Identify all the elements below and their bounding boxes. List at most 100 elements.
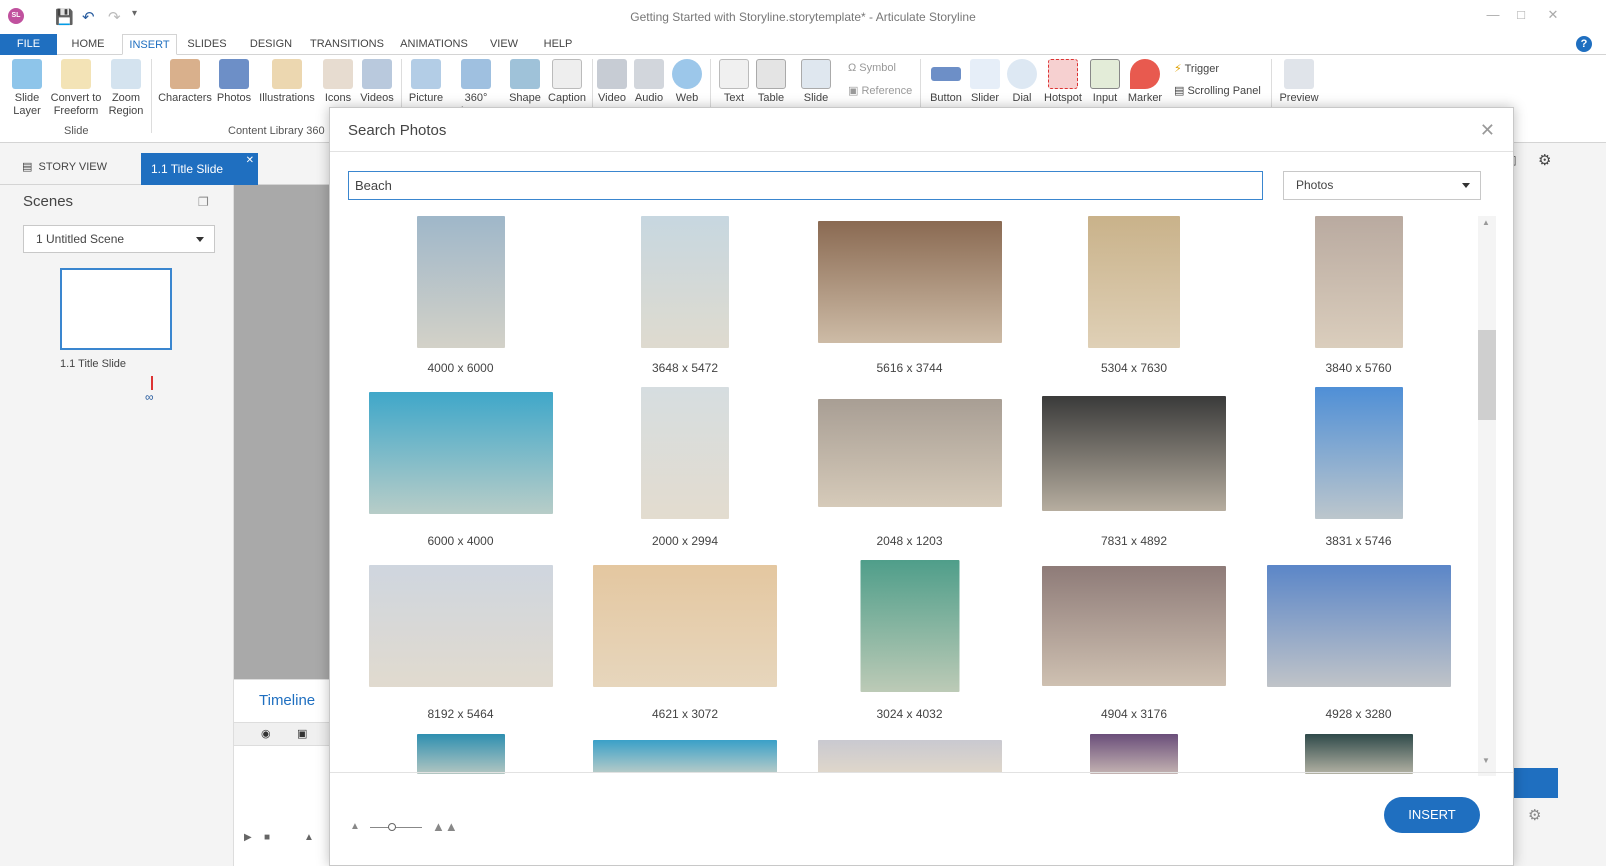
photo-thumbnail[interactable] xyxy=(817,399,1002,507)
photo-thumbnail[interactable] xyxy=(1314,216,1403,348)
photo-item[interactable]: 2048 x 1203 xyxy=(797,387,1022,562)
close-window-icon[interactable]: ✕ xyxy=(1538,7,1568,23)
audio-button[interactable]: Audio xyxy=(630,59,668,105)
gear-icon[interactable]: ⚙ xyxy=(1528,806,1541,824)
photo-item[interactable]: 4621 x 3072 xyxy=(573,560,798,735)
tab-insert[interactable]: INSERT xyxy=(122,34,177,55)
symbol-button[interactable]: Ω Symbol xyxy=(848,62,896,74)
scene-select[interactable]: 1 Untitled Scene xyxy=(23,225,215,253)
photo-thumbnail[interactable] xyxy=(641,216,729,348)
photo-thumbnail[interactable] xyxy=(1090,734,1178,774)
photo-item[interactable]: 8192 x 5464 xyxy=(348,560,573,735)
tab-help[interactable]: HELP xyxy=(538,34,578,55)
button-control[interactable]: Button xyxy=(926,59,966,105)
photo-thumbnail[interactable] xyxy=(593,565,777,687)
thumbnail-size-slider[interactable]: ▲ ▲▲ xyxy=(350,819,460,835)
tab-transitions[interactable]: TRANSITIONS xyxy=(306,34,388,55)
zoom-out-icon[interactable]: ▲ xyxy=(304,832,314,843)
slide-layer-button[interactable]: Slide Layer xyxy=(6,59,48,118)
scroll-down-icon[interactable]: ▼ xyxy=(1482,756,1490,765)
photo-thumbnail[interactable] xyxy=(1314,387,1403,519)
marker-control[interactable]: Marker xyxy=(1124,59,1166,105)
photo-thumbnail[interactable] xyxy=(368,392,553,514)
slide-thumbnail[interactable] xyxy=(60,268,172,350)
photo-thumbnail[interactable] xyxy=(817,221,1002,343)
photo-thumbnail[interactable] xyxy=(1304,734,1413,774)
minimize-icon[interactable]: — xyxy=(1478,7,1508,22)
photo-item[interactable]: 4904 x 3176 xyxy=(1022,560,1247,735)
help-icon[interactable]: ? xyxy=(1576,36,1592,52)
illustrations-button[interactable]: Illustrations xyxy=(256,59,318,105)
convert-freeform-button[interactable]: Convert to Freeform xyxy=(48,59,104,118)
table-button[interactable]: Table xyxy=(752,59,790,105)
photo-item[interactable]: 4000 x 6000 xyxy=(348,214,573,389)
photo-thumbnail[interactable] xyxy=(1088,216,1180,348)
stop-icon[interactable]: ■ xyxy=(264,832,270,843)
picture-button[interactable]: Picture xyxy=(406,59,446,105)
tab-view[interactable]: VIEW xyxy=(484,34,524,55)
hotspot-control[interactable]: Hotspot xyxy=(1040,59,1086,105)
lock-icon[interactable]: ▣ xyxy=(297,727,307,740)
photo-item[interactable]: 5616 x 3744 xyxy=(797,214,1022,389)
insert-slide-button[interactable]: Slide xyxy=(796,59,836,105)
reference-button[interactable]: ▣ Reference xyxy=(848,84,912,97)
web-button[interactable]: Web xyxy=(668,59,706,105)
photo-item[interactable]: 3648 x 5472 xyxy=(573,214,798,389)
video-button[interactable]: Video xyxy=(594,59,630,105)
photo-item[interactable]: 3024 x 4032 xyxy=(797,560,1022,735)
photo-thumbnail[interactable] xyxy=(1042,566,1226,686)
insert-button[interactable]: INSERT xyxy=(1384,797,1480,833)
photo-item[interactable]: 3840 x 5760 xyxy=(1246,214,1471,389)
scrollbar-thumb[interactable] xyxy=(1478,330,1496,420)
trigger-button[interactable]: ⚡ Trigger xyxy=(1174,62,1219,75)
maximize-icon[interactable]: □ xyxy=(1506,7,1536,22)
slider-handle[interactable] xyxy=(388,823,396,831)
text-button[interactable]: Text xyxy=(716,59,752,105)
photo-item[interactable]: 6000 x 4000 xyxy=(348,387,573,562)
tab-design[interactable]: DESIGN xyxy=(244,34,298,55)
close-tab-icon[interactable]: ✕ xyxy=(246,145,254,177)
photo-thumbnail[interactable] xyxy=(416,734,505,774)
scroll-up-icon[interactable]: ▲ xyxy=(1482,218,1490,227)
slider-control[interactable]: Slider xyxy=(966,59,1004,105)
photo-thumbnail[interactable] xyxy=(368,565,553,687)
photo-item[interactable]: 5304 x 7630 xyxy=(1022,214,1247,389)
photo-thumbnail[interactable] xyxy=(1042,395,1226,511)
photo-thumbnail[interactable] xyxy=(416,216,505,348)
photo-thumbnail[interactable] xyxy=(860,560,959,692)
tab-slides[interactable]: SLIDES xyxy=(182,34,232,55)
tab-home[interactable]: HOME xyxy=(62,34,114,55)
settings-icon[interactable]: ⚙ xyxy=(1538,151,1551,169)
photo-thumbnail[interactable] xyxy=(641,387,729,519)
photo-item[interactable]: 7831 x 4892 xyxy=(1022,387,1247,562)
audio-icon xyxy=(634,59,664,89)
tab-animations[interactable]: ANIMATIONS xyxy=(396,34,472,55)
tab-file[interactable]: FILE xyxy=(0,34,57,55)
play-icon[interactable]: ▶ xyxy=(244,832,252,843)
close-icon[interactable]: ✕ xyxy=(1480,120,1495,141)
visibility-icon[interactable]: ◉ xyxy=(261,727,271,740)
zoom-region-button[interactable]: Zoom Region xyxy=(104,59,148,118)
photo-thumbnail[interactable] xyxy=(593,740,777,773)
videos-button[interactable]: Videos xyxy=(356,59,398,105)
photo-item[interactable]: 4928 x 3280 xyxy=(1246,560,1471,735)
tab-story-view[interactable]: ▤ STORY VIEW xyxy=(22,155,107,179)
characters-button[interactable]: Characters xyxy=(157,59,213,105)
icons-button[interactable]: Icons xyxy=(320,59,356,105)
caption-button[interactable]: Caption xyxy=(546,59,588,105)
photos-button[interactable]: Photos xyxy=(214,59,254,105)
panel-restore-icon[interactable]: ❐ xyxy=(198,195,209,209)
input-control[interactable]: Input xyxy=(1086,59,1124,105)
photo-thumbnail[interactable] xyxy=(1266,565,1451,687)
search-input[interactable] xyxy=(348,171,1263,200)
scrollbar[interactable] xyxy=(1478,216,1496,776)
preview-button[interactable]: Preview xyxy=(1276,59,1322,105)
photo-item[interactable]: 2000 x 2994 xyxy=(573,387,798,562)
shape-button[interactable]: Shape xyxy=(506,59,544,105)
scrolling-panel-button[interactable]: ▤ Scrolling Panel xyxy=(1174,84,1261,97)
tab-title-slide[interactable]: 1.1 Title Slide ✕ xyxy=(141,153,258,185)
media-type-select[interactable]: Photos xyxy=(1283,171,1481,200)
photo-thumbnail[interactable] xyxy=(817,740,1002,773)
dial-control[interactable]: Dial xyxy=(1004,59,1040,105)
photo-item[interactable]: 3831 x 5746 xyxy=(1246,387,1471,562)
